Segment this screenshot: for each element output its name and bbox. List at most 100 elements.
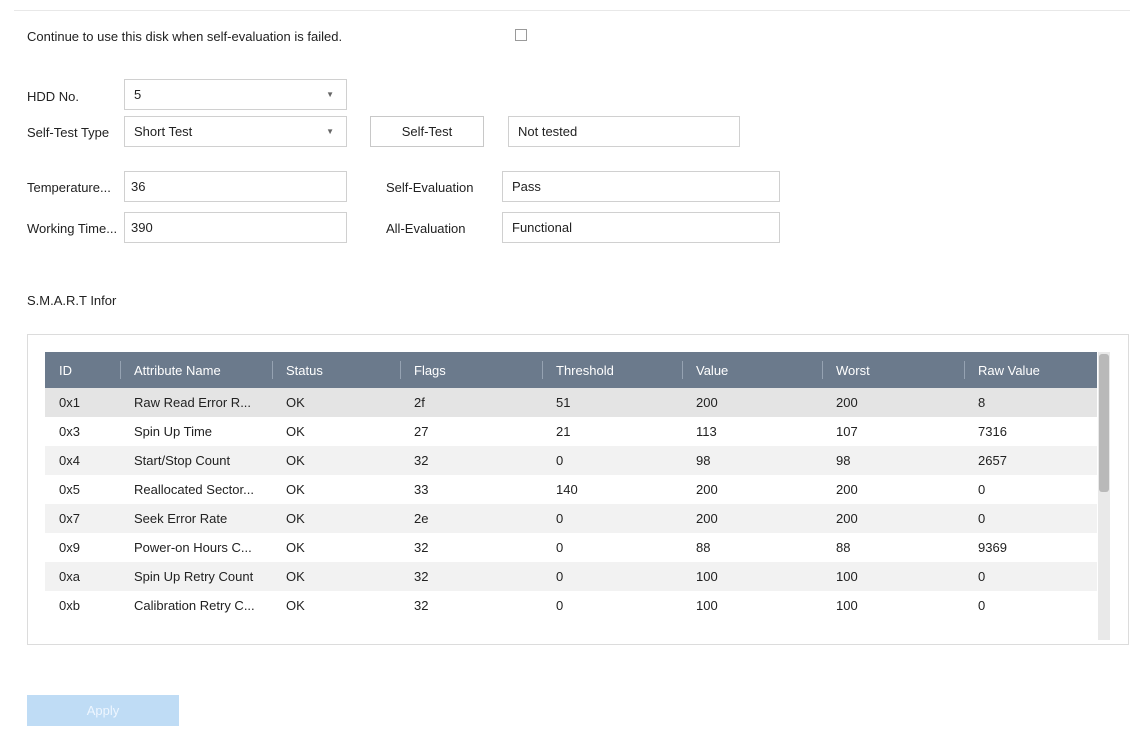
table-row[interactable]: 0x3 Spin Up Time OK 27 21 113 107 7316 [45, 417, 1097, 446]
all-evaluation-field: Functional [502, 212, 780, 243]
cell-raw-value: 0 [964, 562, 1097, 591]
table-row[interactable]: 0xb Calibration Retry C... OK 32 0 100 1… [45, 591, 1097, 620]
cell-flags: 32 [414, 598, 429, 613]
temperature-field: 36 [124, 171, 347, 202]
table-row[interactable]: 0xa Spin Up Retry Count OK 32 0 100 100 … [45, 562, 1097, 591]
table-row[interactable]: 0x1 Raw Read Error R... OK 2f 51 200 200… [45, 388, 1097, 417]
cell-value: 98 [682, 446, 822, 475]
cell-id: 0x4 [45, 446, 120, 475]
cell-raw-value: 8 [964, 388, 1097, 417]
column-header-attribute-name[interactable]: Attribute Name [120, 352, 272, 388]
cell-id: 0xa [45, 562, 120, 591]
scrollbar-thumb[interactable] [1099, 354, 1109, 492]
table-row[interactable]: 0x5 Reallocated Sector... OK 33 140 200 … [45, 475, 1097, 504]
cell-status: OK [272, 504, 400, 533]
self-test-status-value: Not tested [518, 124, 578, 139]
column-header-raw-value[interactable]: Raw Value [964, 352, 1097, 388]
cell-flags: 32 [414, 540, 429, 555]
hdd-smart-settings: Continue to use this disk when self-eval… [0, 0, 1130, 731]
smart-title: S.M.A.R.T Infor [27, 293, 117, 308]
apply-button[interactable]: Apply [27, 695, 179, 726]
cell-status: OK [286, 598, 305, 613]
cell-attribute-name: Spin Up Retry Count [120, 562, 272, 591]
cell-raw-value: 2657 [964, 446, 1097, 475]
cell-attribute-name: Raw Read Error R... [120, 388, 272, 417]
cell-status: OK [286, 424, 305, 439]
cell-worst: 100 [822, 562, 964, 591]
all-evaluation-label: All-Evaluation [386, 221, 466, 236]
cell-id: 0xb [59, 598, 80, 613]
cell-attribute-name: Seek Error Rate [120, 504, 272, 533]
cell-worst: 98 [822, 446, 964, 475]
cell-id: 0x3 [59, 424, 80, 439]
working-time-label: Working Time... [27, 221, 118, 236]
self-test-button[interactable]: Self-Test [370, 116, 484, 147]
cell-raw-value: 7316 [978, 424, 1007, 439]
table-row[interactable]: 0x7 Seek Error Rate OK 2e 0 200 200 0 [45, 504, 1097, 533]
cell-attribute-name: Power-on Hours C... [134, 540, 252, 555]
cell-status: OK [286, 540, 305, 555]
temperature-label: Temperature... [27, 180, 111, 195]
table-header-row: ID Attribute Name Status Flags Threshold… [45, 352, 1097, 388]
cell-attribute-name: Reallocated Sector... [134, 482, 254, 497]
cell-threshold: 0 [542, 504, 682, 533]
cell-value: 100 [696, 598, 718, 613]
continue-checkbox[interactable] [515, 29, 527, 41]
column-header-threshold[interactable]: Threshold [542, 352, 682, 388]
cell-threshold: 0 [542, 562, 682, 591]
working-time-field: 390 [124, 212, 347, 243]
cell-flags: 2f [400, 388, 542, 417]
cell-attribute-name: Calibration Retry C... [134, 598, 255, 613]
self-test-type-select[interactable]: Short Test ▼ [124, 116, 347, 147]
cell-status: OK [272, 446, 400, 475]
hdd-no-value: 5 [134, 87, 142, 102]
column-header-flags[interactable]: Flags [400, 352, 542, 388]
cell-worst: 100 [836, 598, 858, 613]
cell-worst: 200 [822, 504, 964, 533]
cell-worst: 107 [836, 424, 858, 439]
cell-value: 200 [682, 504, 822, 533]
cell-flags: 2e [400, 504, 542, 533]
column-header-value[interactable]: Value [682, 352, 822, 388]
cell-threshold: 140 [556, 482, 578, 497]
cell-value: 200 [696, 482, 718, 497]
working-time-value: 390 [131, 220, 153, 235]
self-evaluation-field: Pass [502, 171, 780, 202]
table-scrollbar[interactable] [1098, 352, 1110, 640]
table-row[interactable]: 0x9 Power-on Hours C... OK 32 0 88 88 93… [45, 533, 1097, 562]
column-header-worst[interactable]: Worst [822, 352, 964, 388]
cell-status: OK [286, 482, 305, 497]
chevron-down-icon: ▼ [326, 90, 334, 99]
cell-id: 0x5 [59, 482, 80, 497]
column-header-status[interactable]: Status [272, 352, 400, 388]
hdd-no-label: HDD No. [27, 89, 80, 104]
all-evaluation-value: Functional [512, 220, 572, 235]
cell-threshold: 21 [556, 424, 571, 439]
chevron-down-icon: ▼ [326, 127, 334, 136]
self-evaluation-label: Self-Evaluation [386, 180, 474, 195]
cell-status: OK [272, 562, 400, 591]
divider [14, 10, 1130, 11]
cell-status: OK [272, 388, 400, 417]
cell-id: 0x9 [59, 540, 80, 555]
cell-flags: 32 [400, 446, 542, 475]
column-header-id[interactable]: ID [45, 352, 120, 388]
cell-worst: 200 [836, 482, 858, 497]
cell-value: 200 [682, 388, 822, 417]
self-test-status-field: Not tested [508, 116, 740, 147]
cell-flags: 32 [400, 562, 542, 591]
cell-raw-value: 0 [978, 598, 986, 613]
cell-worst: 200 [822, 388, 964, 417]
cell-attribute-name: Start/Stop Count [120, 446, 272, 475]
cell-threshold: 0 [556, 540, 564, 555]
temperature-value: 36 [131, 179, 146, 194]
hdd-no-select[interactable]: 5 ▼ [124, 79, 347, 110]
self-test-type-value: Short Test [134, 124, 193, 139]
smart-table: ID Attribute Name Status Flags Threshold… [45, 352, 1097, 640]
cell-flags: 27 [414, 424, 429, 439]
table-row[interactable]: 0x4 Start/Stop Count OK 32 0 98 98 2657 [45, 446, 1097, 475]
cell-id: 0x1 [45, 388, 120, 417]
self-test-type-label: Self-Test Type [27, 125, 110, 140]
cell-value: 88 [696, 540, 711, 555]
cell-value: 100 [682, 562, 822, 591]
